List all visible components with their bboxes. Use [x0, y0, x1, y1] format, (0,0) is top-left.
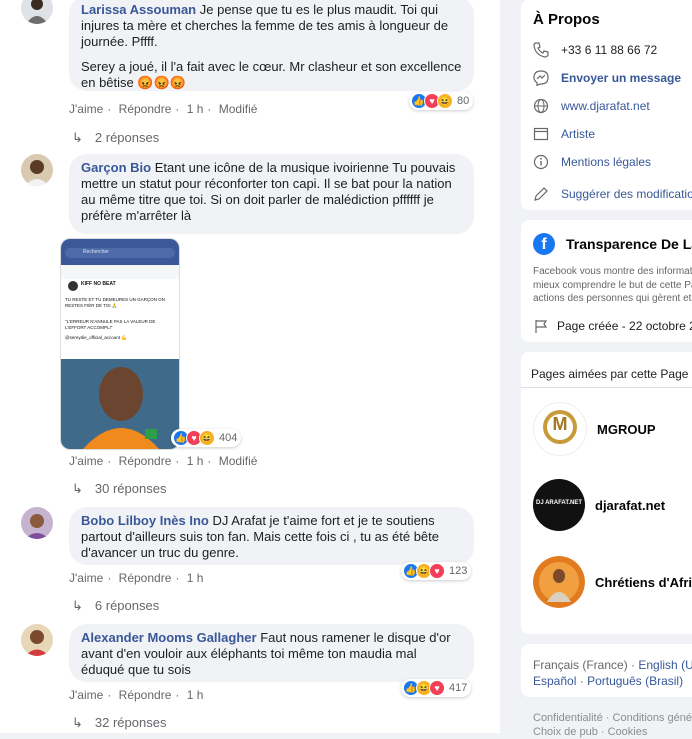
page-created-row: Page créée - 22 octobre 2012 — [533, 318, 692, 334]
website-row[interactable]: www.djarafat.net — [533, 98, 650, 114]
category-row[interactable]: Artiste — [533, 126, 595, 142]
about-card: À Propos +33 6 11 88 66 72 Envoyer un me… — [521, 0, 692, 210]
view-replies-link[interactable]: ↳ 2 réponses — [72, 130, 159, 146]
reaction-count[interactable]: 👍 ♥ 😆 404 — [171, 429, 242, 447]
like-link[interactable]: J'aime — [69, 454, 103, 468]
like-link[interactable]: J'aime — [69, 102, 103, 116]
comments-column: Larissa Assouman Je pense que tu es le p… — [0, 0, 500, 733]
facebook-logo-icon: f — [533, 233, 555, 255]
footer-link[interactable]: Choix de pub — [533, 726, 598, 738]
legal-row[interactable]: Mentions légales — [533, 154, 651, 170]
info-icon — [533, 154, 549, 170]
language-link[interactable]: English (US) — [638, 658, 692, 672]
comment-author[interactable]: Garçon Bio — [81, 160, 151, 175]
edited-label: Modifié — [218, 102, 258, 116]
comment-time[interactable]: 1 h — [187, 454, 204, 468]
footer-links: Confidentialité · Conditions générales C… — [533, 711, 692, 739]
liked-page-item[interactable]: DJ ARAFAT.NET djarafat.net — [533, 479, 665, 531]
avatar[interactable] — [21, 154, 53, 186]
reply-link[interactable]: Répondre — [119, 571, 172, 585]
comment-author[interactable]: Bobo Lilboy Inès Ino — [81, 513, 209, 528]
like-link[interactable]: J'aime — [69, 688, 103, 702]
avatar[interactable] — [21, 507, 53, 539]
reply-link[interactable]: Répondre — [119, 688, 172, 702]
avatar[interactable] — [21, 624, 53, 656]
comment-bubble: Bobo Lilboy Inès Ino DJ Arafat je t'aime… — [69, 507, 474, 565]
image-post-author: KIFF NO BEAT — [81, 281, 116, 287]
love-reaction-icon: ♥ — [429, 563, 445, 579]
phone-row[interactable]: +33 6 11 88 66 72 — [533, 42, 657, 58]
screenshot-image — [61, 239, 179, 449]
image-search-text: Rechercher — [83, 249, 109, 255]
page-logo: M — [533, 402, 587, 456]
phone-icon — [533, 42, 549, 58]
reaction-count[interactable]: 👍 ♥ 😆 80 — [409, 92, 474, 110]
comment-bubble: Alexander Mooms Gallagher Faut nous rame… — [69, 624, 474, 682]
reply-arrow-icon: ↳ — [72, 715, 83, 730]
footer-link[interactable]: Confidentialité — [533, 712, 603, 724]
reply-arrow-icon: ↳ — [72, 130, 83, 145]
page-category-icon — [533, 126, 549, 142]
comment-bubble: Larissa Assouman Je pense que tu es le p… — [69, 0, 474, 91]
flag-icon — [533, 318, 549, 334]
languages-card: Français (France) · English (US) Español… — [521, 644, 692, 697]
globe-icon — [533, 98, 549, 114]
liked-pages-title: Pages aimées par cette Page — [531, 367, 689, 381]
image-post-line: "L'ERREUR N'ANNULE PAS LA VALEUR DE L'EF… — [65, 319, 156, 330]
edited-label: Modifié — [218, 454, 258, 468]
view-replies-link[interactable]: ↳ 32 réponses — [72, 715, 166, 731]
image-post-line: TU RESTE ET TU DEMEURES UN GARÇON ON RES… — [65, 297, 165, 308]
comment-text: Serey a joué, il l'a fait avec le cœur. … — [81, 59, 462, 90]
right-sidebar: À Propos +33 6 11 88 66 72 Envoyer un me… — [521, 0, 692, 738]
view-replies-link[interactable]: ↳ 6 réponses — [72, 598, 159, 614]
footer-link[interactable]: Conditions générales — [613, 712, 692, 724]
haha-reaction-icon: 😆 — [199, 430, 215, 446]
divider — [521, 387, 692, 388]
reaction-count[interactable]: 👍 😆 ♥ 123 — [401, 562, 472, 580]
messenger-icon — [533, 70, 549, 87]
liked-page-item[interactable]: M MGROUP — [533, 402, 656, 456]
haha-reaction-icon: 😆 — [437, 93, 453, 109]
comment-bubble: Garçon Bio Etant une icône de la musique… — [69, 154, 474, 234]
image-post-handle: @sereydie_official_account 💪 — [65, 335, 127, 340]
suggest-edits-row[interactable]: Suggérer des modifications — [533, 186, 692, 202]
like-link[interactable]: J'aime — [69, 571, 103, 585]
love-reaction-icon: ♥ — [429, 680, 445, 696]
liked-page-item[interactable]: Chrétiens d'Afrique — [533, 556, 692, 608]
comment-time[interactable]: 1 h — [187, 571, 204, 585]
reply-link[interactable]: Répondre — [119, 454, 172, 468]
comment-actions: J'aime · Répondre · 1 h — [69, 571, 204, 585]
reply-arrow-icon: ↳ — [72, 598, 83, 613]
comment-author[interactable]: Alexander Mooms Gallagher — [81, 630, 257, 645]
reply-link[interactable]: Répondre — [119, 102, 172, 116]
view-replies-link[interactable]: ↳ 30 réponses — [72, 481, 166, 497]
liked-pages-card: Pages aimées par cette Page M MGROUP DJ … — [521, 352, 692, 634]
comment-actions: J'aime · Répondre · 1 h — [69, 688, 204, 702]
send-message-row[interactable]: Envoyer un message — [533, 70, 681, 87]
comment-author[interactable]: Larissa Assouman — [81, 2, 196, 17]
page-logo — [533, 556, 585, 608]
transparency-desc: Facebook vous montre des informations po… — [533, 266, 692, 304]
about-title: À Propos — [533, 11, 600, 28]
comment-time[interactable]: 1 h — [187, 102, 204, 116]
language-link[interactable]: Français (France) — [533, 658, 628, 672]
comment-image[interactable]: Rechercher KIFF NO BEAT TU RESTE ET TU D… — [60, 238, 180, 450]
reply-arrow-icon: ↳ — [72, 481, 83, 496]
pencil-icon — [533, 186, 549, 202]
page-logo: DJ ARAFAT.NET — [533, 479, 585, 531]
reaction-count[interactable]: 👍 😆 ♥ 417 — [401, 679, 472, 697]
comment-actions: J'aime · Répondre · 1 h · Modifié — [69, 102, 258, 116]
footer-link[interactable]: Cookies — [608, 726, 648, 738]
transparency-title: Transparence De La Page — [566, 236, 692, 252]
avatar[interactable] — [21, 0, 53, 24]
transparency-card: f Transparence De La Page Facebook vous … — [521, 220, 692, 342]
comment-time[interactable]: 1 h — [187, 688, 204, 702]
language-link[interactable]: Português (Brasil) — [587, 674, 683, 688]
comment-actions: J'aime · Répondre · 1 h · Modifié — [69, 454, 258, 468]
language-link[interactable]: Español — [533, 674, 576, 688]
